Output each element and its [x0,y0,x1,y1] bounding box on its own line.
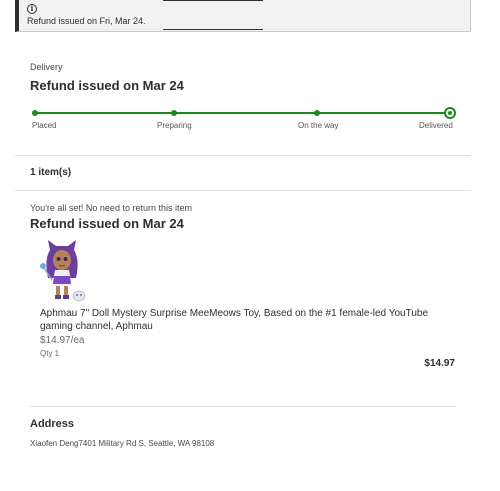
refund-alert-banner: i Refund issued on Fri, Mar 24. [15,0,471,32]
return-note: You're all set! No need to return this i… [30,203,192,213]
product-unit-price: $14.97/ea [40,335,85,346]
divider [15,155,471,156]
step-label-preparing: Preparing [157,121,192,130]
refund-heading: Refund issued on Mar 24 [30,216,184,231]
delivery-progress-bar [32,107,456,119]
product-quantity: Qty 1 [40,349,60,358]
progress-dot-preparing [171,110,177,116]
progress-dot-placed [32,110,38,116]
product-title[interactable]: Aphmau 7" Doll Mystery Surprise MeeMeows… [40,307,440,333]
item-count: 1 item(s) [30,167,72,178]
step-label-placed: Placed [32,121,57,130]
address-text: Xiaofen Deng7401 Military Rd S, Seattle,… [30,439,215,448]
delivery-section-label: Delivery [30,62,63,72]
progress-dot-delivered [444,107,456,119]
delivery-heading: Refund issued on Mar 24 [30,78,184,93]
product-image[interactable] [36,238,88,304]
divider [30,406,456,407]
progress-line [34,112,450,114]
product-total-price: $14.97 [424,358,455,369]
progress-dot-on-the-way [314,110,320,116]
step-label-delivered: Delivered [419,121,453,130]
divider [15,190,471,191]
info-icon: i [27,4,37,14]
address-heading: Address [30,418,75,430]
alert-text: Refund issued on Fri, Mar 24. [27,16,146,26]
redacted-region [163,0,263,30]
step-label-on-the-way: On the way [298,121,339,130]
